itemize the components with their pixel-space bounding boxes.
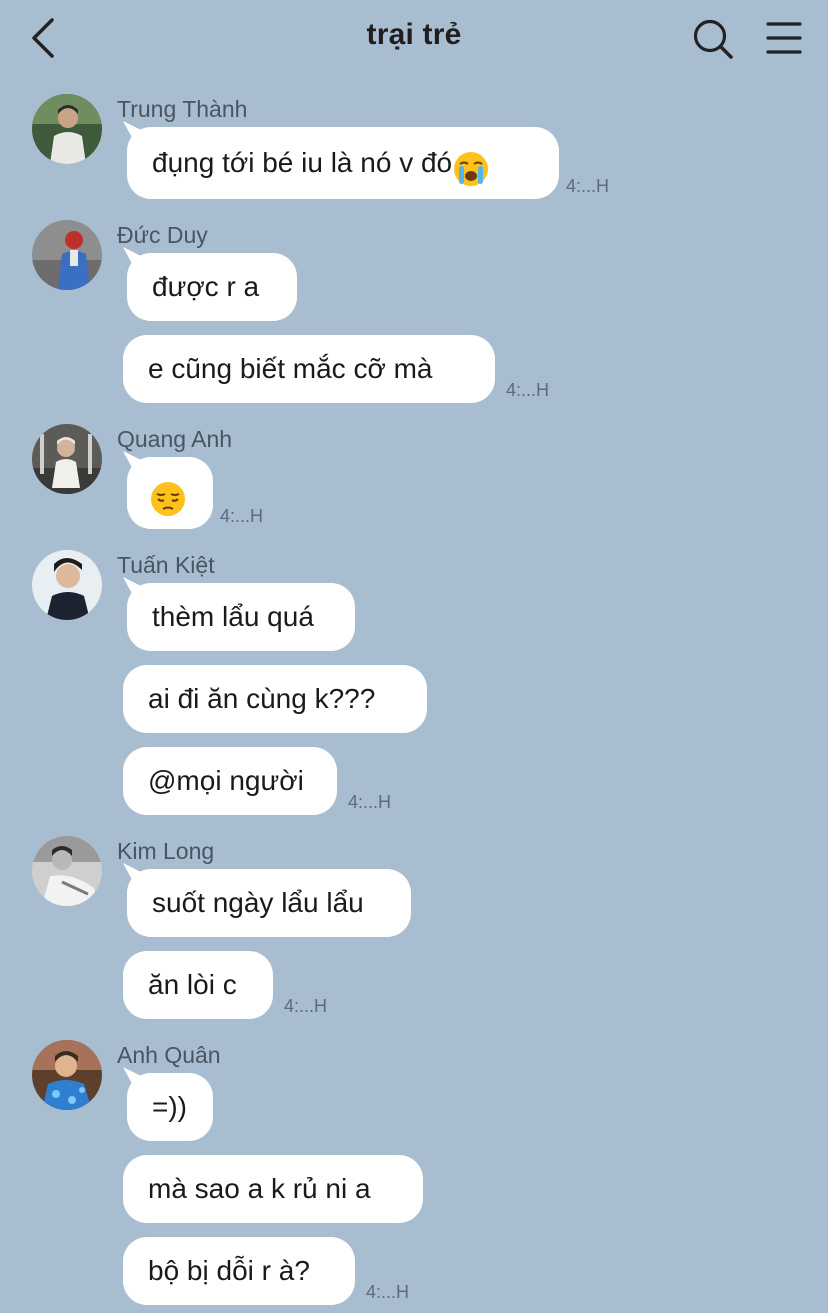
message-text: thèm lẩu quá [152,601,314,632]
avatar[interactable] [32,424,102,494]
sender-name: Trung Thành [117,96,248,122]
message-bubble[interactable]: bộ bị dỗi r à? [123,1237,355,1305]
message-time: 4:...H [506,380,550,400]
message-group: Quang Anh 4:...H [0,424,828,534]
message-group: Kim Long suốt ngày lẩu lẩu ăn lòi c 4:..… [0,836,828,1026]
sender-name: Quang Anh [117,426,233,452]
sender-name: Tuấn Kiệt [117,552,215,578]
message-bubble[interactable]: thèm lẩu quá [127,583,355,651]
menu-icon [766,22,802,54]
menu-button[interactable] [762,18,806,58]
message-bubble[interactable]: ai đi ăn cùng k??? [123,665,427,733]
message-bubble[interactable]: suốt ngày lẩu lẩu [127,869,411,937]
message-bubble[interactable]: e cũng biết mắc cỡ mà [123,335,495,403]
message-text: ai đi ăn cùng k??? [148,683,376,714]
avatar[interactable] [32,94,102,164]
avatar[interactable] [32,550,102,620]
avatar[interactable] [32,836,102,906]
loudly-crying-face-emoji [452,143,490,186]
message-text: ăn lòi c [148,969,237,1000]
message-group: Anh Quân =)) mà sao a k rủ ni a bộ bị dỗ… [0,1040,828,1310]
message-bubble[interactable]: =)) [127,1073,213,1141]
message-text: mà sao a k rủ ni a [148,1173,371,1204]
message-text: =)) [152,1091,187,1122]
message-text: đụng tới bé iu là nó v đó [152,147,453,178]
message-time: 4:...H [284,996,328,1016]
message-text: bộ bị dỗi r à? [148,1255,310,1286]
sender-name: Đức Duy [117,222,208,248]
message-bubble[interactable]: được r a [127,253,297,321]
chat-header: trại trẻ [0,0,828,78]
message-bubble[interactable]: ăn lòi c [123,951,273,1019]
message-text: được r a [152,271,260,302]
sender-name: Kim Long [117,838,215,864]
avatar[interactable] [32,220,102,290]
message-group: Tuấn Kiệt thèm lẩu quá ai đi ăn cùng k??… [0,550,828,820]
sender-name: Anh Quân [117,1042,221,1068]
pensive-face-emoji [149,473,187,516]
message-time: 4:...H [220,506,264,526]
message-bubble[interactable]: mà sao a k rủ ni a [123,1155,423,1223]
search-icon [693,19,733,59]
message-group: Đức Duy được r a e cũng biết mắc cỡ mà 4… [0,220,828,410]
message-time: 4:...H [366,1282,410,1302]
avatar[interactable] [32,1040,102,1110]
message-time: 4:...H [566,176,610,196]
message-bubble[interactable]: @mọi người [123,747,337,815]
search-button[interactable] [690,16,736,62]
message-time: 4:...H [348,792,392,812]
message-text: e cũng biết mắc cỡ mà [148,353,433,384]
message-group: Trung Thành đụng tới bé iu là nó v đó 4:… [0,94,828,204]
message-text: @mọi người [148,765,304,796]
message-text: suốt ngày lẩu lẩu [152,887,364,918]
message-bubble[interactable] [127,457,213,529]
message-bubble[interactable]: đụng tới bé iu là nó v đó [127,127,559,199]
